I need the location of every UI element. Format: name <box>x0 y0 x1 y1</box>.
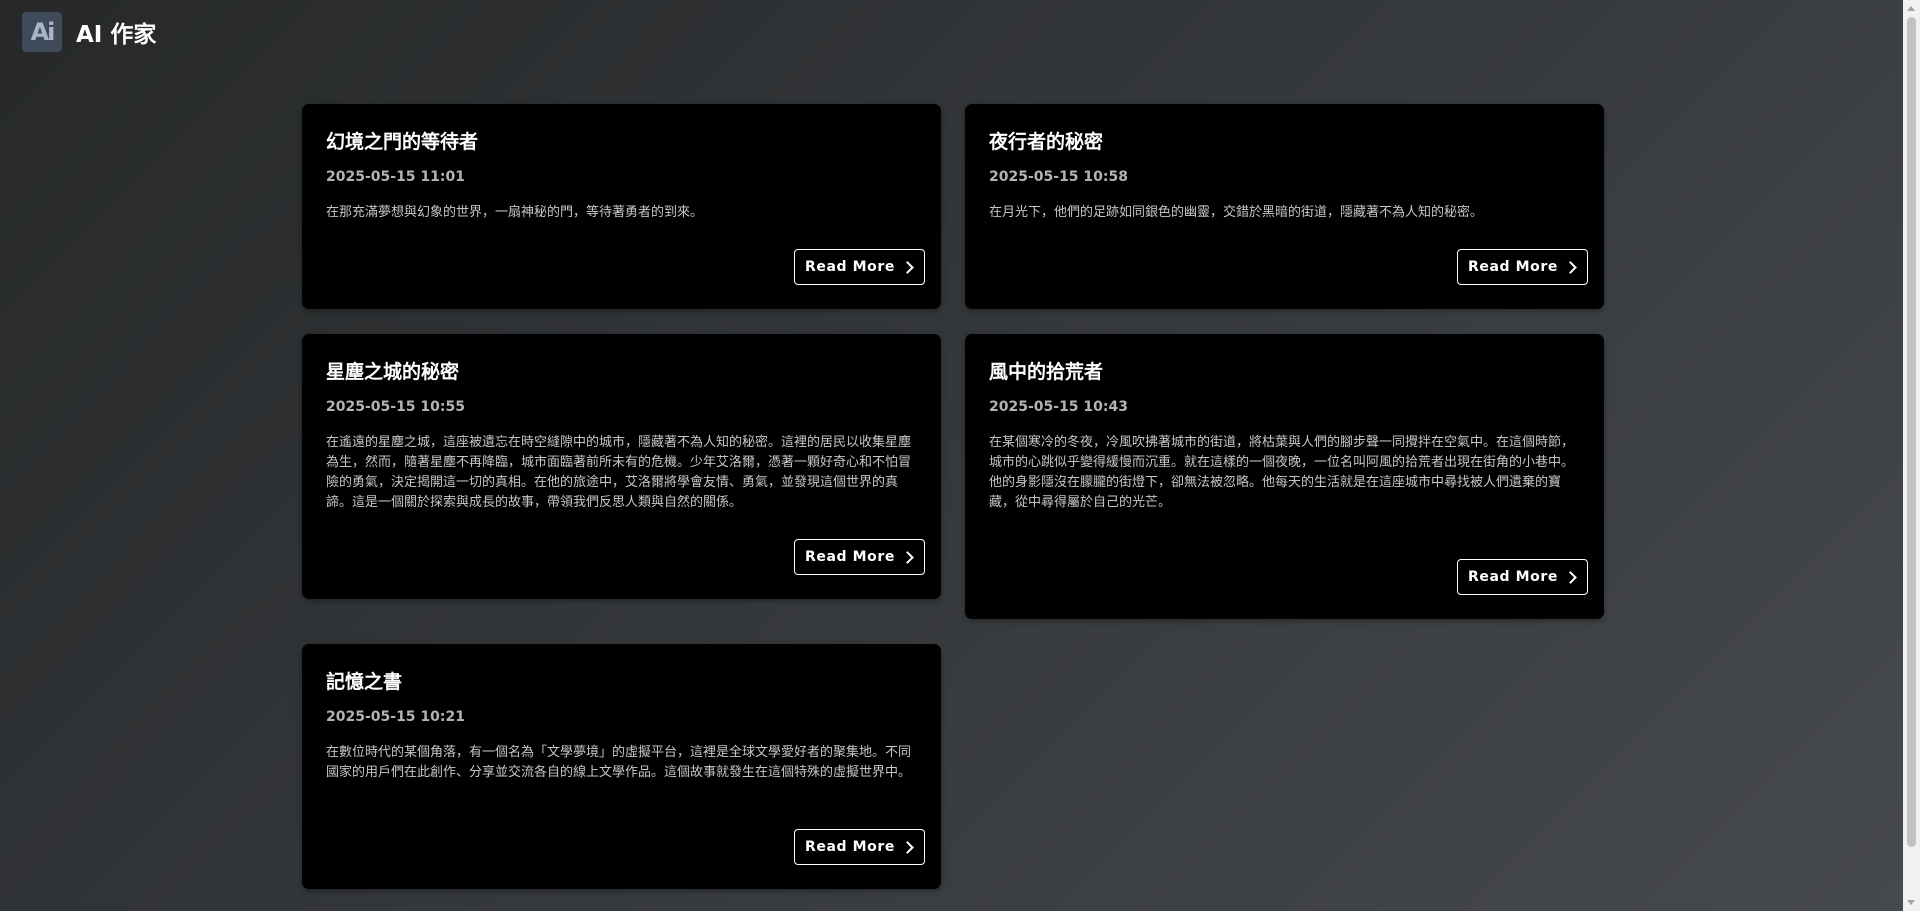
story-date: 2025-05-15 10:55 <box>326 399 465 415</box>
read-more-label: Read More <box>805 259 895 275</box>
read-more-label: Read More <box>1468 569 1558 585</box>
story-card: 星塵之城的秘密 2025-05-15 10:55 在遙遠的星塵之城，這座被遺忘在… <box>302 334 941 599</box>
story-excerpt: 在數位時代的某個角落，有一個名為「文學夢境」的虛擬平台，這裡是全球文學愛好者的聚… <box>326 745 912 780</box>
app-logo[interactable]: Ai <box>22 12 62 52</box>
story-excerpt: 在月光下，他們的足跡如同銀色的幽靈，交錯於黑暗的街道，隱藏著不為人知的秘密。 <box>989 205 1484 220</box>
chevron-right-icon <box>1564 260 1577 274</box>
story-excerpt: 在那充滿夢想與幻象的世界，一扇神秘的門，等待著勇者的到來。 <box>326 205 704 220</box>
read-more-button[interactable]: Read More <box>794 829 925 865</box>
story-date: 2025-05-15 10:43 <box>989 399 1128 415</box>
story-date: 2025-05-15 10:58 <box>989 169 1128 185</box>
story-card: 幻境之門的等待者 2025-05-15 11:01 在那充滿夢想與幻象的世界，一… <box>302 104 941 309</box>
story-title: 風中的拾荒者 <box>989 361 1104 383</box>
read-more-label: Read More <box>805 549 895 565</box>
story-title: 幻境之門的等待者 <box>326 131 479 153</box>
scroll-down-arrow-icon[interactable] <box>1907 900 1915 905</box>
story-card: 夜行者的秘密 2025-05-15 10:58 在月光下，他們的足跡如同銀色的幽… <box>965 104 1604 309</box>
card-footer: Read More <box>326 539 925 575</box>
card-footer: Read More <box>326 249 925 285</box>
read-more-button[interactable]: Read More <box>1457 559 1588 595</box>
app-header: Ai AI 作家 <box>22 12 156 52</box>
read-more-label: Read More <box>805 839 895 855</box>
card-footer: Read More <box>989 559 1588 595</box>
story-grid: 幻境之門的等待者 2025-05-15 11:01 在那充滿夢想與幻象的世界，一… <box>302 104 1604 889</box>
card-footer: Read More <box>326 829 925 865</box>
story-title: 星塵之城的秘密 <box>326 361 460 383</box>
story-excerpt: 在遙遠的星塵之城，這座被遺忘在時空縫隙中的城市，隱藏著不為人知的秘密。這裡的居民… <box>326 435 912 510</box>
chevron-right-icon <box>901 840 914 854</box>
vertical-scrollbar[interactable] <box>1903 0 1920 911</box>
chevron-right-icon <box>1564 570 1577 584</box>
story-title: 夜行者的秘密 <box>989 131 1104 153</box>
story-date: 2025-05-15 10:21 <box>326 709 465 725</box>
read-more-label: Read More <box>1468 259 1558 275</box>
story-date: 2025-05-15 11:01 <box>326 169 465 185</box>
read-more-button[interactable]: Read More <box>794 249 925 285</box>
chevron-right-icon <box>901 260 914 274</box>
app-title: AI 作家 <box>76 22 157 48</box>
read-more-button[interactable]: Read More <box>1457 249 1588 285</box>
scrollbar-thumb[interactable] <box>1907 17 1916 847</box>
story-card: 記憶之書 2025-05-15 10:21 在數位時代的某個角落，有一個名為「文… <box>302 644 941 889</box>
card-footer: Read More <box>989 249 1588 285</box>
scroll-up-arrow-icon[interactable] <box>1907 6 1915 11</box>
story-title: 記憶之書 <box>326 671 403 693</box>
read-more-button[interactable]: Read More <box>794 539 925 575</box>
story-card: 風中的拾荒者 2025-05-15 10:43 在某個寒冷的冬夜，冷風吹拂著城市… <box>965 334 1604 619</box>
story-excerpt: 在某個寒冷的冬夜，冷風吹拂著城市的街道，將枯葉與人們的腳步聲一同攪拌在空氣中。在… <box>989 435 1575 510</box>
chevron-right-icon <box>901 550 914 564</box>
